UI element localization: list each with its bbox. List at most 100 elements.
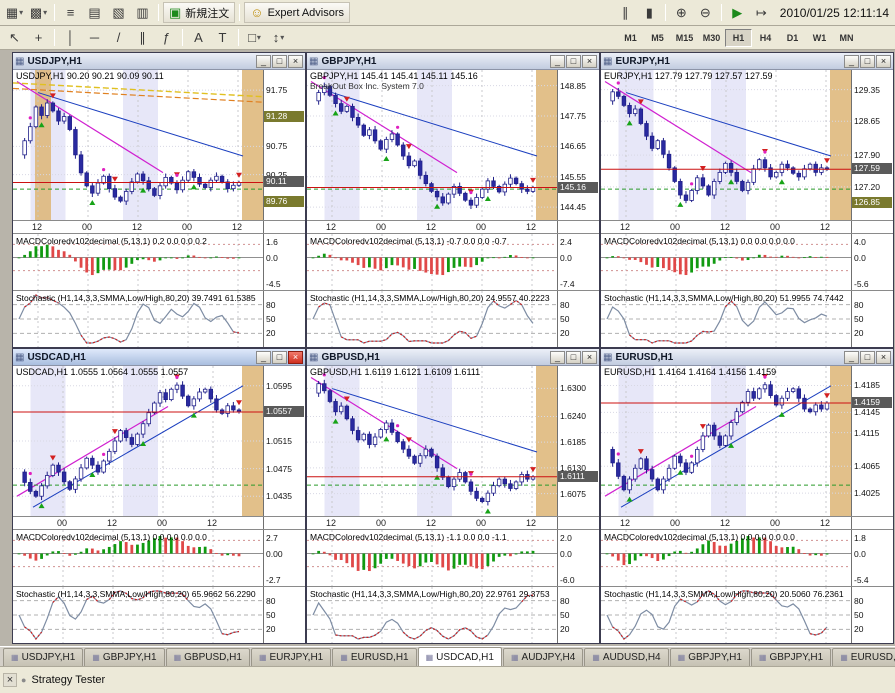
cursor-tool-button[interactable]: ↖ bbox=[3, 27, 26, 48]
chart-tab[interactable]: ▦EURUSD,Daily bbox=[832, 648, 895, 666]
stochastic-pane[interactable]: Stochastic (H1,14,3,3,SMMA,Low/High,80,2… bbox=[601, 586, 893, 643]
chart-tab[interactable]: ▦ GBPUSD,H1 bbox=[165, 648, 250, 666]
stochastic-pane[interactable]: Stochastic (H1,14,3,3,SMMA,Low/High,80,2… bbox=[307, 586, 599, 643]
candlestick-button[interactable]: ▮ bbox=[637, 2, 661, 23]
stochastic-pane[interactable]: Stochastic (H1,14,3,3,SMMA,Low/High,80,2… bbox=[13, 586, 305, 643]
chart-titlebar[interactable]: ▦ GBPJPY,H1 _ □ × bbox=[307, 53, 599, 70]
timeframe-button-m30[interactable]: M30 bbox=[698, 28, 725, 47]
chart-window[interactable]: ▦ GBPJPY,H1 _ □ × GBPJPY,H1 145.41 145.4… bbox=[306, 52, 600, 348]
chart-tab[interactable]: ▦ GBPJPY,H1 bbox=[669, 648, 750, 666]
window-minimize-button[interactable]: _ bbox=[844, 54, 859, 68]
window-close-button[interactable]: × bbox=[582, 54, 597, 68]
chart-tab[interactable]: ▦ GBPJPY,H1 bbox=[750, 648, 832, 666]
price-badge: 1.4159 bbox=[852, 396, 892, 408]
chart-tab[interactable]: ▦ USDCAD,H1 bbox=[417, 647, 502, 666]
terminal-button[interactable]: ▥ bbox=[131, 2, 154, 23]
window-title: EURJPY,H1 bbox=[615, 55, 670, 67]
window-restore-button[interactable]: □ bbox=[860, 350, 875, 364]
window-minimize-button[interactable]: _ bbox=[844, 350, 859, 364]
chart-titlebar[interactable]: ▦ USDCAD,H1 _ □ × bbox=[13, 349, 305, 366]
window-close-button[interactable]: × bbox=[876, 350, 891, 364]
chart-tab[interactable]: ▦ AUDJPY,H4 bbox=[502, 648, 584, 666]
chart-tab[interactable]: ▦ EURJPY,H1 bbox=[250, 648, 332, 666]
chart-window[interactable]: ▦ EURUSD,H1 _ □ × EURUSD,H1 1.4164 1.416… bbox=[600, 348, 894, 644]
auto-scroll-button[interactable]: ▶ bbox=[725, 2, 749, 23]
data-window-button[interactable]: ▤ bbox=[83, 2, 106, 23]
window-restore-button[interactable]: □ bbox=[566, 350, 581, 364]
new-chart-button[interactable]: ▦ ▾ bbox=[3, 2, 26, 23]
window-restore-button[interactable]: □ bbox=[272, 54, 287, 68]
timeframe-button-w1[interactable]: W1 bbox=[806, 28, 833, 47]
shapes-button[interactable]: □ ▾ bbox=[243, 27, 266, 48]
text-tool-button[interactable]: A bbox=[187, 27, 210, 48]
timeframe-button-m15[interactable]: M15 bbox=[671, 28, 698, 47]
chart-tab[interactable]: ▦ EURUSD,H1 bbox=[332, 648, 417, 666]
window-minimize-button[interactable]: _ bbox=[256, 350, 271, 364]
timeframe-button-m1[interactable]: M1 bbox=[617, 28, 644, 47]
macd-pane[interactable]: MACDColoredv102decimal (5,13,1) -0.7 0.0… bbox=[307, 233, 599, 290]
close-panel-icon[interactable]: × bbox=[3, 673, 17, 687]
stochastic-pane[interactable]: Stochastic (H1,14,3,3,SMMA,Low/High,80,2… bbox=[601, 290, 893, 347]
tab-chart-icon: ▦ bbox=[840, 653, 848, 662]
vertical-line-button[interactable]: │ bbox=[59, 27, 82, 48]
bar-chart-button[interactable]: ∥ bbox=[613, 2, 637, 23]
window-close-button[interactable]: × bbox=[288, 54, 303, 68]
fibonacci-button[interactable]: ƒ bbox=[155, 27, 178, 48]
channel-button[interactable]: ∥ bbox=[131, 27, 154, 48]
macd-tick: 2.4 bbox=[560, 237, 572, 247]
chart-tab[interactable]: ▦ USDJPY,H1 bbox=[3, 648, 84, 666]
price-chart-pane[interactable]: USDCAD,H1 1.0555 1.0564 1.0555 1.0557 1.… bbox=[13, 366, 305, 516]
arrows-button[interactable]: ↕ ▾ bbox=[267, 27, 290, 48]
window-minimize-button[interactable]: _ bbox=[550, 54, 565, 68]
chart-tab[interactable]: ▦ AUDUSD,H4 bbox=[584, 648, 669, 666]
timeframe-button-h4[interactable]: H4 bbox=[752, 28, 779, 47]
trendline-button[interactable]: / bbox=[107, 27, 130, 48]
stochastic-pane[interactable]: Stochastic (H1,14,3,3,SMMA,Low/High,80,2… bbox=[13, 290, 305, 347]
navigator-button[interactable]: ▧ bbox=[107, 2, 130, 23]
timeframe-button-h1[interactable]: H1 bbox=[725, 28, 752, 47]
window-restore-button[interactable]: □ bbox=[566, 54, 581, 68]
stochastic-pane[interactable]: Stochastic (H1,14,3,3,SMMA,Low/High,80,2… bbox=[307, 290, 599, 347]
new-order-button[interactable]: ▣ 新規注文 bbox=[163, 2, 236, 23]
expert-advisors-button[interactable]: ☺ Expert Advisors bbox=[244, 2, 350, 23]
chart-titlebar[interactable]: ▦ EURUSD,H1 _ □ × bbox=[601, 349, 893, 366]
macd-pane[interactable]: MACDColoredv102decimal (5,13,1) 0.0 0.0 … bbox=[601, 529, 893, 586]
window-minimize-button[interactable]: _ bbox=[550, 350, 565, 364]
macd-pane[interactable]: MACDColoredv102decimal (5,13,1) -1.1 0.0… bbox=[307, 529, 599, 586]
chart-titlebar[interactable]: ▦ USDJPY,H1 _ □ × bbox=[13, 53, 305, 70]
window-restore-button[interactable]: □ bbox=[860, 54, 875, 68]
zoom-in-icon: ⊕ bbox=[675, 5, 687, 20]
zoom-out-button[interactable]: ⊖ bbox=[693, 2, 717, 23]
macd-pane[interactable]: MACDColoredv102decimal (5,13,1) 0.0 0.0 … bbox=[13, 529, 305, 586]
timeframe-button-m5[interactable]: M5 bbox=[644, 28, 671, 47]
chart-titlebar[interactable]: ▦ EURJPY,H1 _ □ × bbox=[601, 53, 893, 70]
chart-tab[interactable]: ▦ GBPJPY,H1 bbox=[84, 648, 165, 666]
price-chart-pane[interactable]: EURUSD,H1 1.4164 1.4164 1.4156 1.4159 1.… bbox=[601, 366, 893, 516]
macd-pane[interactable]: MACDColoredv102decimal (5,13,1) 0.2 0.0 … bbox=[13, 233, 305, 290]
timeframe-button-d1[interactable]: D1 bbox=[779, 28, 806, 47]
window-close-button[interactable]: × bbox=[876, 54, 891, 68]
window-minimize-button[interactable]: _ bbox=[256, 54, 271, 68]
price-chart-pane[interactable]: EURJPY,H1 127.79 127.79 127.57 127.59 12… bbox=[601, 70, 893, 220]
chart-window[interactable]: ▦ USDCAD,H1 _ □ × USDCAD,H1 1.0555 1.056… bbox=[12, 348, 306, 644]
chart-window[interactable]: ▦ GBPUSD,H1 _ □ × GBPUSD,H1 1.6119 1.612… bbox=[306, 348, 600, 644]
window-restore-button[interactable]: □ bbox=[272, 350, 287, 364]
price-chart-pane[interactable]: GBPJPY,H1 145.41 145.41 145.11 145.16 Br… bbox=[307, 70, 599, 220]
zoom-in-button[interactable]: ⊕ bbox=[669, 2, 693, 23]
horizontal-line-button[interactable]: ─ bbox=[83, 27, 106, 48]
macd-pane[interactable]: MACDColoredv102decimal (5,13,1) 0.0 0.0 … bbox=[601, 233, 893, 290]
timeframe-button-mn[interactable]: MN bbox=[833, 28, 860, 47]
price-chart-pane[interactable]: GBPUSD,H1 1.6119 1.6121 1.6109 1.6111 1.… bbox=[307, 366, 599, 516]
macd-tick: 1.8 bbox=[854, 533, 866, 543]
chart-shift-button[interactable]: ↦ bbox=[749, 2, 773, 23]
chart-window[interactable]: ▦ USDJPY,H1 _ □ × USDJPY,H1 90.20 90.21 … bbox=[12, 52, 306, 348]
profiles-button[interactable]: ▩ ▾ bbox=[27, 2, 50, 23]
window-close-button[interactable]: × bbox=[288, 350, 303, 364]
text-label-button[interactable]: T bbox=[211, 27, 234, 48]
window-close-button[interactable]: × bbox=[582, 350, 597, 364]
crosshair-tool-button[interactable]: + bbox=[27, 27, 50, 48]
price-chart-pane[interactable]: USDJPY,H1 90.20 90.21 90.09 90.11 91.75 9… bbox=[13, 70, 305, 220]
chart-titlebar[interactable]: ▦ GBPUSD,H1 _ □ × bbox=[307, 349, 599, 366]
market-watch-button[interactable]: ≡ bbox=[59, 2, 82, 23]
chart-window[interactable]: ▦ EURJPY,H1 _ □ × EURJPY,H1 127.79 127.7… bbox=[600, 52, 894, 348]
